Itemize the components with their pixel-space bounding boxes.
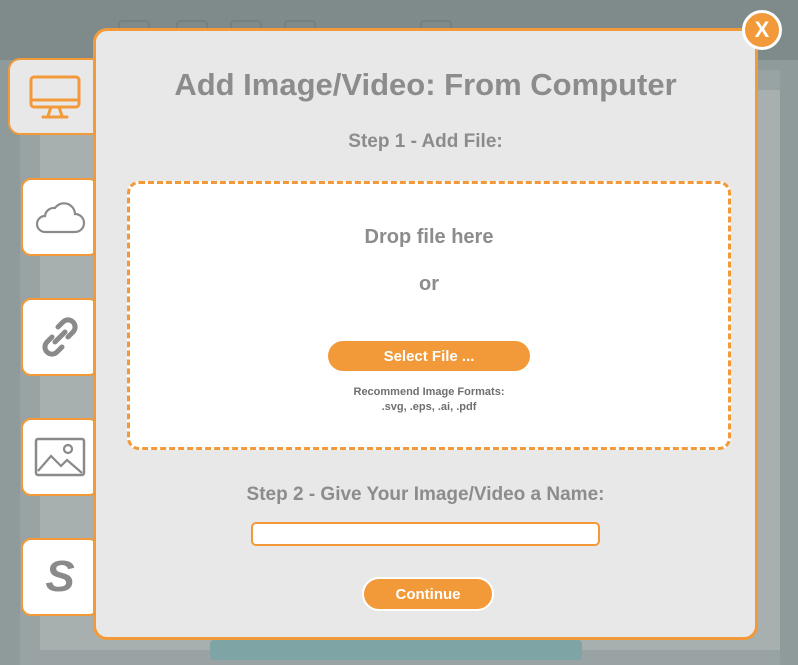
file-dropzone[interactable]: Drop file here or Select File ... Recomm… [127,181,731,450]
tab-s[interactable]: S [21,538,99,616]
drop-file-text: Drop file here [364,226,494,248]
formats-list: .svg, .eps, .ai, .pdf [381,401,477,413]
link-icon [38,315,82,359]
image-icon [34,437,86,477]
formats-label: Recommend Image Formats: [353,386,505,398]
s-icon: S [45,552,75,601]
background-bottom-tab [210,640,582,660]
step1-label: Step 1 - Add File: [348,131,503,152]
step2-label: Step 2 - Give Your Image/Video a Name: [246,484,605,505]
computer-icon [29,74,81,120]
modal-title: Add Image/Video: From Computer [174,67,677,102]
continue-button[interactable]: Continue [362,577,494,611]
tab-cloud[interactable] [21,178,99,256]
name-input[interactable] [251,522,600,546]
tab-image-library[interactable] [21,418,99,496]
close-button[interactable]: X [742,10,782,50]
select-file-button[interactable]: Select File ... [328,341,530,371]
add-image-modal: Add Image/Video: From Computer Step 1 - … [93,28,758,640]
tab-from-computer[interactable] [8,58,100,135]
cloud-icon [33,198,87,236]
tab-link[interactable] [21,298,99,376]
or-text: or [419,273,439,295]
recommended-formats: Recommend Image Formats: .svg, .eps, .ai… [130,385,728,415]
